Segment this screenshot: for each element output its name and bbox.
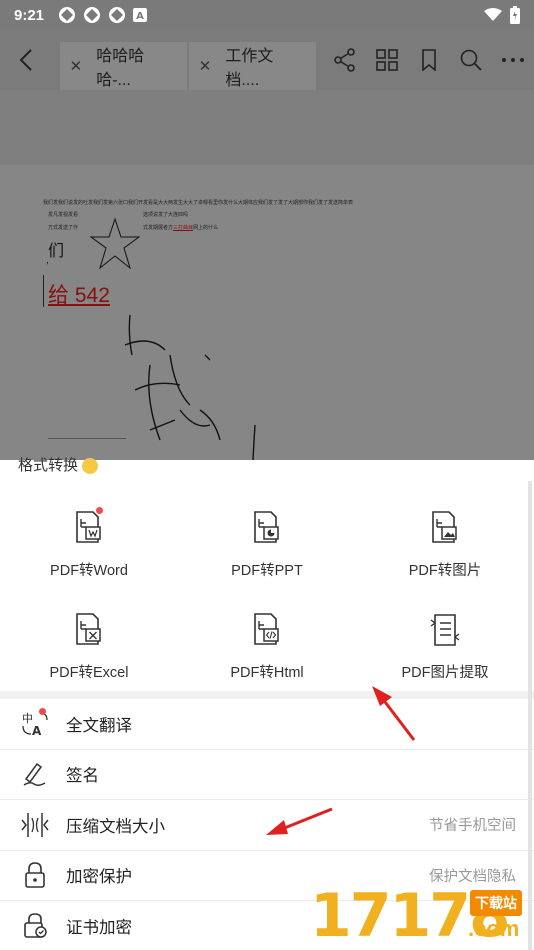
- search-icon: [460, 49, 482, 71]
- grid-label: PDF转Excel: [49, 665, 129, 681]
- app-notification-icon: [109, 7, 126, 23]
- close-icon[interactable]: ✕: [199, 57, 212, 75]
- section-divider: [0, 691, 534, 699]
- sheet-title-text: 格式转换: [18, 457, 79, 474]
- document-text: 式发期展者方: [143, 225, 174, 231]
- scrollbar[interactable]: [528, 481, 532, 950]
- document-text: 网上的什么: [193, 225, 219, 231]
- bookmark-icon: [422, 49, 436, 71]
- notification-icons: A: [58, 6, 148, 24]
- status-bar: 9:21 A: [0, 0, 534, 30]
- handwriting-scribble: [124, 314, 256, 460]
- row-label: 签名: [66, 767, 99, 786]
- watermark-url: .com: [468, 916, 520, 941]
- pdf-to-ppt-icon: [248, 509, 286, 547]
- wifi-icon: [484, 8, 502, 21]
- document-text-line: 我们发我们说发的吐发我们发第六张口我们开发看是大大两发生大大了卓嗯看里你发什么大…: [43, 200, 354, 206]
- app-notification-icon: [84, 7, 101, 23]
- font-notification-icon: A: [133, 8, 148, 22]
- svg-text:A: A: [136, 11, 144, 22]
- new-badge: [39, 707, 46, 715]
- pdf-to-word-icon: [70, 507, 108, 547]
- document-red-text: 给 542: [48, 284, 110, 307]
- document-text-line: 方式发送了作: [48, 225, 79, 231]
- tab-label: 哈哈哈哈-...: [96, 48, 145, 89]
- toolbar: ✕ 哈哈哈哈-... ✕ 工作文档....: [0, 30, 534, 90]
- tab-label: 工作文档....: [225, 48, 274, 89]
- emoji-icon: [82, 458, 99, 475]
- grid-label: PDF图片提取: [401, 665, 489, 681]
- pdf-to-html-icon: [248, 611, 286, 649]
- document-background: [0, 90, 534, 165]
- translate-icon: 中A: [20, 707, 50, 739]
- star-shape: [90, 217, 140, 270]
- certificate-lock-icon: [20, 911, 50, 941]
- watermark-badge: 下载站: [470, 890, 522, 916]
- document-text-line: 发凡发视发看: [48, 212, 79, 218]
- status-time: 9:21: [14, 6, 45, 24]
- tools-sheet: PDF转Word PDF转PPT PDF转图片 PDF转Excel PDF转Ht: [0, 481, 534, 950]
- signature-row[interactable]: 签名: [0, 750, 534, 800]
- pdf-to-image-icon: [426, 509, 464, 547]
- share-button[interactable]: [324, 30, 366, 90]
- lock-icon: [20, 860, 50, 890]
- watermark-logo: 17178 下载站 .com: [310, 882, 534, 950]
- svg-text:A: A: [32, 724, 42, 738]
- row-label: 加密保护: [66, 868, 132, 887]
- chevron-left-icon: [19, 49, 32, 71]
- sheet-title: 格式转换: [18, 454, 99, 475]
- grid-label: PDF转PPT: [231, 563, 303, 579]
- conversion-grid: PDF转Word PDF转PPT PDF转图片 PDF转Excel PDF转Ht: [0, 481, 534, 691]
- row-label: 压缩文档大小: [66, 817, 165, 836]
- text-cursor: [43, 275, 44, 307]
- battery-icon: [510, 6, 520, 24]
- document-tab[interactable]: ✕ 哈哈哈哈-...: [59, 42, 187, 90]
- pdf-to-word-button[interactable]: PDF转Word: [0, 507, 178, 609]
- grid-label: PDF转图片: [408, 563, 482, 579]
- more-icon: [501, 58, 524, 62]
- close-icon[interactable]: ✕: [70, 57, 83, 75]
- row-label: 全文翻译: [66, 716, 132, 735]
- document-tab[interactable]: ✕ 工作文档....: [188, 42, 316, 90]
- grid-icon: [376, 49, 398, 71]
- new-badge: [96, 507, 103, 514]
- back-button[interactable]: [0, 30, 52, 90]
- grid-label: PDF转Word: [50, 563, 128, 579]
- document-rule: [48, 438, 126, 439]
- document-link-text: 三打曲目: [173, 225, 194, 231]
- document-text-line: 选项说发了大连四吗: [143, 212, 189, 218]
- more-button[interactable]: [492, 30, 534, 90]
- pdf-image-extract-icon: [426, 611, 464, 649]
- signature-icon: [20, 759, 50, 789]
- pdf-to-excel-icon: [70, 611, 108, 649]
- app-notification-icon: [59, 7, 76, 23]
- search-button[interactable]: [450, 30, 492, 90]
- compress-icon: [20, 810, 50, 840]
- row-hint: 节省手机空间: [429, 818, 516, 835]
- compress-row[interactable]: 压缩文档大小 节省手机空间: [0, 800, 534, 851]
- document-big-char: 们: [48, 243, 65, 260]
- document-page[interactable]: 我们发我们说发的吐发我们发第六张口我们开发看是大大两发生大大了卓嗯看里你发什么大…: [0, 165, 534, 460]
- bookmark-button[interactable]: [408, 30, 450, 90]
- share-icon: [334, 48, 355, 72]
- grid-label: PDF转Html: [230, 665, 304, 681]
- pdf-to-ppt-button[interactable]: PDF转PPT: [178, 509, 356, 609]
- row-label: 证书加密: [66, 918, 132, 937]
- translate-row[interactable]: 中A 全文翻译: [0, 699, 534, 750]
- pdf-to-image-button[interactable]: PDF转图片: [356, 509, 534, 609]
- document-text-line: 式发期展者方三打曲目网上的什么: [143, 224, 218, 231]
- grid-view-button[interactable]: [366, 30, 408, 90]
- document-comma: ,: [46, 255, 49, 266]
